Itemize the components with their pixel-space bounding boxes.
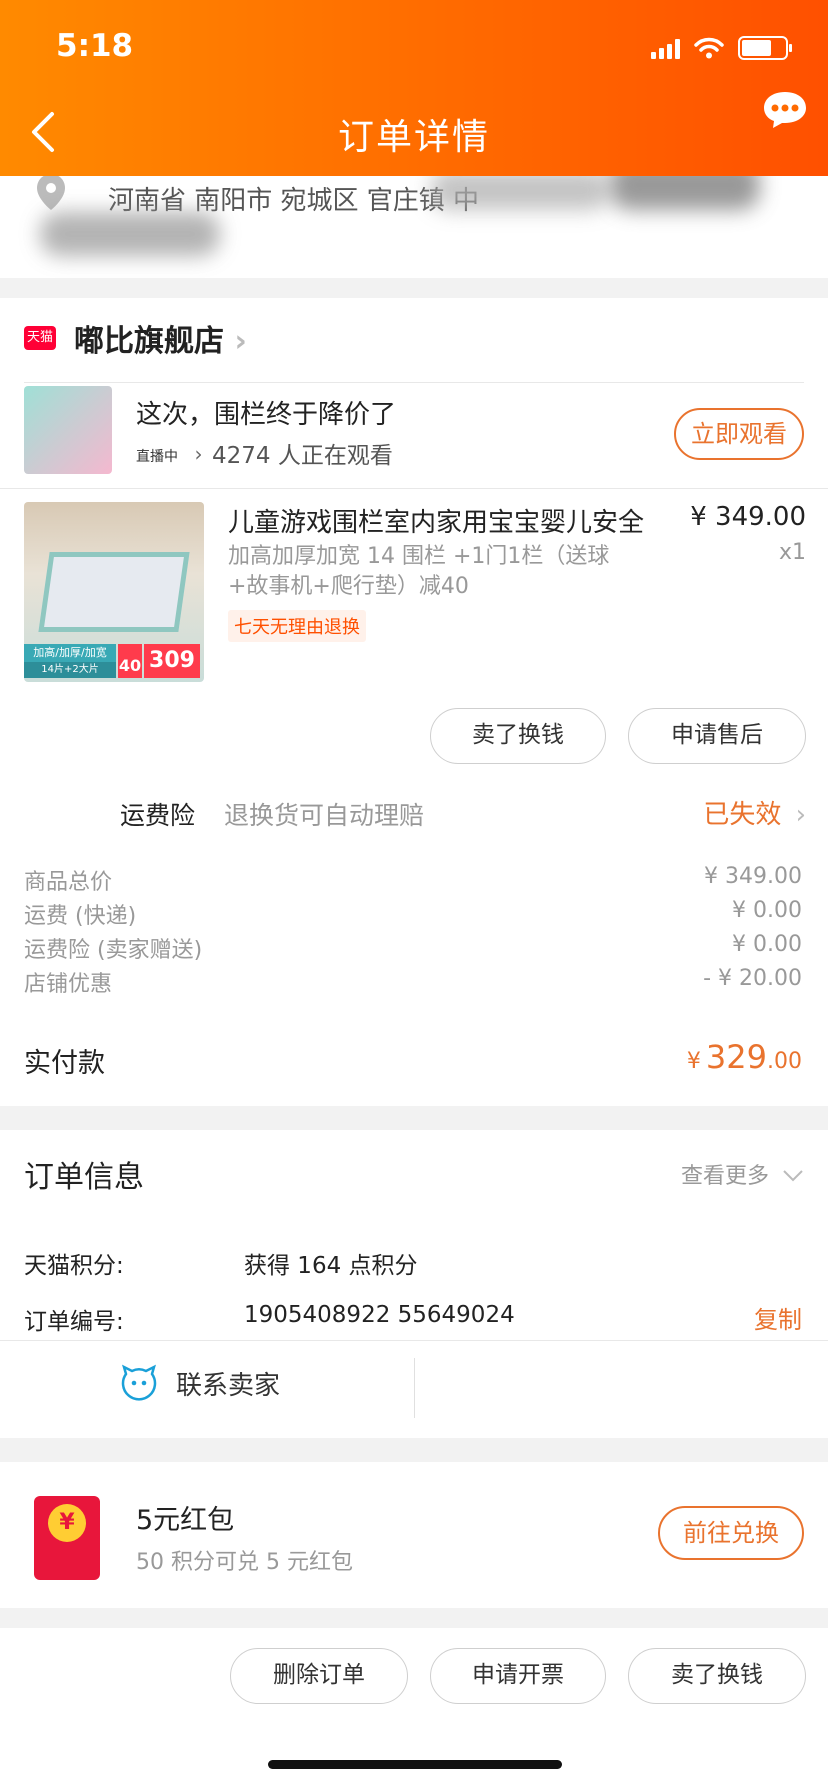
product-image[interactable]: 加高/加厚/加宽 14片+2大片 40 309 xyxy=(24,502,204,682)
insurance-status-text: 已失效 xyxy=(703,800,782,830)
order-info-card: 订单信息 查看更多 天猫积分: 获得 164 点积分 订单编号: 1905408… xyxy=(0,1130,828,1438)
fee-label: 店铺优惠 xyxy=(24,972,113,997)
insurance-status[interactable]: 已失效 › xyxy=(703,794,806,831)
header-bar: 5:18 订单详情 xyxy=(0,0,828,176)
live-viewers: 4274 人正在观看 xyxy=(212,443,393,469)
live-title: 这次，围栏终于降价了 xyxy=(136,400,397,430)
tmall-badge: 天猫 xyxy=(24,326,56,350)
order-no-value: 1905408922 55649024 xyxy=(244,1302,515,1328)
chevron-right-icon: › xyxy=(795,800,806,830)
status-icons xyxy=(651,36,792,60)
paid-amount: ¥ 329.00 xyxy=(687,1038,802,1076)
fee-value: - ¥ 20.00 xyxy=(703,966,802,991)
product-fence-illustration xyxy=(38,552,190,632)
copy-button[interactable]: 复制 xyxy=(754,1300,802,1335)
order-card: 天猫 嘟比旗舰店 › 这次，围栏终于降价了 直播中 › 4274 人正在观看 立… xyxy=(0,298,828,1106)
fee-value: ¥ 0.00 xyxy=(732,898,802,923)
paid-currency: ¥ xyxy=(686,1049,701,1074)
chevron-down-icon xyxy=(783,1170,803,1182)
contact-seller-text: 联系卖家 xyxy=(176,1370,281,1401)
divider xyxy=(24,382,804,383)
red-packet-title: 5元红包 xyxy=(136,1505,235,1536)
contact-seller-button[interactable]: 联系卖家 xyxy=(120,1364,280,1402)
product-img-tag: 加高/加厚/加宽 xyxy=(24,644,116,662)
divider xyxy=(0,1340,828,1341)
sell-for-cash-button[interactable]: 卖了换钱 xyxy=(430,708,606,764)
paid-integer: 329 xyxy=(705,1038,767,1076)
divider xyxy=(414,1358,415,1418)
watch-live-button[interactable]: 立即观看 xyxy=(674,408,804,460)
paid-decimal: .00 xyxy=(767,1049,802,1074)
product-quantity: x1 xyxy=(778,540,806,565)
fee-label: 商品总价 xyxy=(24,870,113,895)
product-price: ¥ 349.00 xyxy=(690,502,806,532)
live-thumbnail[interactable] xyxy=(24,386,112,474)
divider xyxy=(0,488,828,489)
product-spec: 加高加厚加宽 14 围栏 +1门1栏（送球+故事机+爬行垫）减40 xyxy=(228,544,610,599)
insurance-desc: 退换货可自动理赔 xyxy=(224,801,425,830)
signal-icon xyxy=(651,37,680,59)
order-no-key: 订单编号: xyxy=(24,1309,124,1335)
redaction-mark xyxy=(40,212,220,256)
paid-label: 实付款 xyxy=(24,1048,105,1079)
product-img-price-309: 309 xyxy=(144,644,200,678)
return-policy-badge: 七天无理由退换 xyxy=(228,610,366,642)
after-sale-button[interactable]: 申请售后 xyxy=(628,708,806,764)
status-time: 5:18 xyxy=(56,28,134,64)
points-value: 获得 164 点积分 xyxy=(244,1253,418,1279)
store-name[interactable]: 嘟比旗舰店 › xyxy=(74,316,247,360)
order-info-title: 订单信息 xyxy=(24,1160,144,1195)
message-more-icon[interactable] xyxy=(760,88,810,138)
fee-value: ¥ 349.00 xyxy=(704,864,802,889)
redeem-button[interactable]: 前往兑换 xyxy=(658,1506,804,1560)
chevron-right-icon: › xyxy=(194,442,203,466)
red-packet-sub: 50 积分可兑 5 元红包 xyxy=(136,1550,353,1575)
fee-value: ¥ 0.00 xyxy=(732,932,802,957)
red-packet-icon: ¥ xyxy=(34,1496,100,1580)
fee-label: 运费 (快递) xyxy=(24,904,137,929)
store-name-text: 嘟比旗舰店 xyxy=(74,324,224,359)
sell-for-cash-button[interactable]: 卖了换钱 xyxy=(628,1648,806,1704)
chevron-right-icon: › xyxy=(234,324,247,359)
fee-label: 运费险 (卖家赠送) xyxy=(24,938,203,963)
product-img-price-40: 40 xyxy=(118,644,142,678)
wifi-icon xyxy=(694,37,724,59)
redaction-mark xyxy=(430,170,610,210)
address-card[interactable]: 河南省 南阳市 宛城区 官庄镇 中 xyxy=(0,160,828,278)
request-invoice-button[interactable]: 申请开票 xyxy=(430,1648,606,1704)
live-tag-text: 直播中 xyxy=(136,449,178,465)
red-packet-card: ¥ 5元红包 50 积分可兑 5 元红包 前往兑换 xyxy=(0,1462,828,1608)
product-img-sub: 14片+2大片 xyxy=(24,662,116,678)
home-indicator xyxy=(268,1760,562,1769)
insurance-label: 运费险 xyxy=(120,801,196,830)
chat-face-icon xyxy=(121,1364,157,1401)
view-more-text: 查看更多 xyxy=(680,1164,769,1189)
page-title: 订单详情 xyxy=(337,117,490,158)
battery-icon xyxy=(738,36,792,60)
view-more-toggle[interactable]: 查看更多 xyxy=(681,1158,804,1190)
live-tag: 直播中 › xyxy=(136,442,202,466)
product-title[interactable]: 儿童游戏围栏室内家用宝宝婴儿安全 xyxy=(228,502,658,539)
points-key: 天猫积分: xyxy=(24,1253,124,1279)
location-icon xyxy=(37,174,65,210)
delete-order-button[interactable]: 删除订单 xyxy=(230,1648,408,1704)
